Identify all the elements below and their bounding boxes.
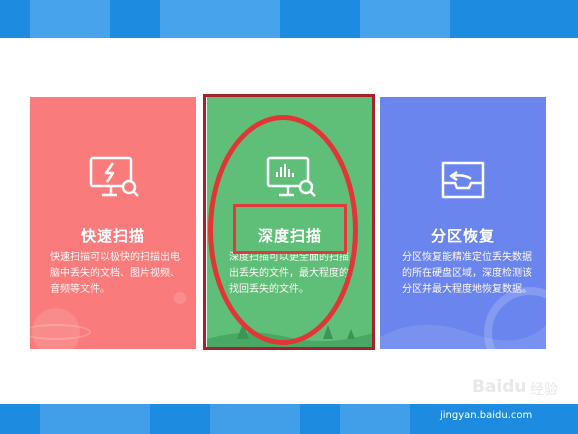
card-title: 快速扫描 bbox=[80, 227, 145, 245]
decorative-planet bbox=[30, 292, 186, 349]
card-description: 快速扫描可以极快的扫描出电脑中丢失的文档、图片视频、音频等文件。 bbox=[50, 252, 180, 295]
decorative-waves bbox=[380, 287, 546, 349]
title-bar bbox=[0, 0, 578, 38]
blurred-region bbox=[360, 0, 450, 38]
blurred-region bbox=[210, 404, 300, 434]
partition-recovery-card[interactable]: 分区恢复 分区恢复能精准定位丢失数据的所在硬盘区域，深度检测该分区并最大程度地恢… bbox=[380, 97, 546, 349]
blurred-region bbox=[30, 0, 110, 38]
baidu-watermark: Baidu 经验 jingyan.baidu.com bbox=[430, 373, 570, 429]
watermark-url: jingyan.baidu.com bbox=[440, 410, 533, 421]
watermark-label: 经验 bbox=[530, 382, 558, 398]
quick-scan-card[interactable]: 快速扫描 快速扫描可以极快的扫描出电脑中丢失的文档、图片视频、音频等文件。 bbox=[30, 97, 196, 349]
monitor-lightning-search-icon bbox=[89, 156, 139, 197]
blurred-region bbox=[340, 404, 410, 434]
card-title: 分区恢复 bbox=[430, 227, 495, 245]
blurred-region bbox=[40, 404, 150, 434]
tray-restore-icon bbox=[441, 161, 485, 199]
highlight-title-box bbox=[233, 204, 347, 254]
blurred-region bbox=[160, 0, 280, 38]
watermark-logo: Baidu bbox=[472, 377, 527, 397]
